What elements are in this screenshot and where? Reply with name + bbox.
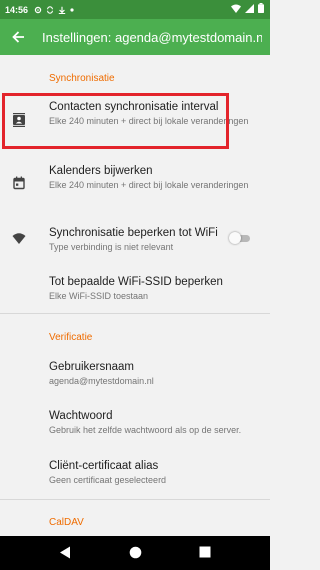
- app-bar: Instellingen: agenda@mytestdomain.nl: [0, 19, 270, 55]
- setting-summary: Elke WiFi-SSID toestaan: [49, 291, 149, 301]
- setting-summary: Elke 240 minuten + direct bij lokale ver…: [49, 180, 249, 190]
- status-bar: 14:56: [0, 0, 270, 19]
- status-time: 14:56: [5, 4, 29, 15]
- highlight-box: [2, 93, 229, 149]
- setting-password[interactable]: Wachtwoord Gebruik het zelfde wachtwoord…: [0, 400, 270, 446]
- navigation-bar: [0, 536, 270, 570]
- setting-title: Synchronisatie beperken tot WiFi: [49, 227, 218, 239]
- setting-wifi-ssid-restriction[interactable]: Tot bepaalde WiFi-SSID beperken Elke WiF…: [0, 266, 270, 310]
- setting-title: Wachtwoord: [49, 410, 113, 422]
- battery-icon: [258, 3, 264, 13]
- wifi-icon: [12, 233, 26, 244]
- setting-summary: Gebruik het zelfde wachtwoord als op de …: [49, 425, 242, 435]
- setting-title: Kalenders bijwerken: [49, 165, 153, 177]
- setting-client-certificate[interactable]: Cliënt-certificaat alias Geen certificaa…: [0, 450, 270, 496]
- setting-username[interactable]: Gebruikersnaam agenda@mytestdomain.nl: [0, 351, 270, 397]
- setting-title: Gebruikersnaam: [49, 361, 135, 373]
- setting-title: Tot bepaalde WiFi-SSID beperken: [49, 276, 223, 288]
- back-button[interactable]: [0, 19, 36, 55]
- arrow-back-icon: [12, 31, 24, 43]
- section-header-verification: Verificatie: [49, 332, 93, 343]
- sync-icon: [47, 5, 53, 14]
- divider: [0, 499, 270, 500]
- download-icon: [58, 6, 66, 14]
- section-header-caldav: CalDAV: [49, 517, 84, 528]
- section-header-sync: Synchronisatie: [49, 73, 115, 84]
- recents-nav-icon[interactable]: [199, 546, 211, 558]
- calendar-icon: [13, 176, 25, 190]
- home-nav-icon[interactable]: [129, 546, 142, 559]
- back-nav-icon[interactable]: [59, 546, 71, 559]
- settings-icon: [34, 6, 42, 13]
- setting-summary: Type verbinding is niet relevant: [49, 242, 174, 252]
- page-title: Instellingen: agenda@mytestdomain.nl: [42, 29, 262, 45]
- setting-summary: agenda@mytestdomain.nl: [49, 376, 154, 386]
- setting-update-calendars[interactable]: Kalenders bijwerken Elke 240 minuten + d…: [0, 156, 270, 215]
- wifi-icon: [231, 4, 241, 13]
- divider: [0, 313, 270, 314]
- signal-icon: [245, 3, 254, 13]
- toggle-thumb: [229, 232, 241, 244]
- dot-icon: [70, 7, 74, 12]
- setting-summary: Geen certificaat geselecteerd: [49, 475, 167, 485]
- setting-title: Cliënt-certificaat alias: [49, 460, 159, 472]
- wifi-only-toggle[interactable]: [229, 232, 251, 244]
